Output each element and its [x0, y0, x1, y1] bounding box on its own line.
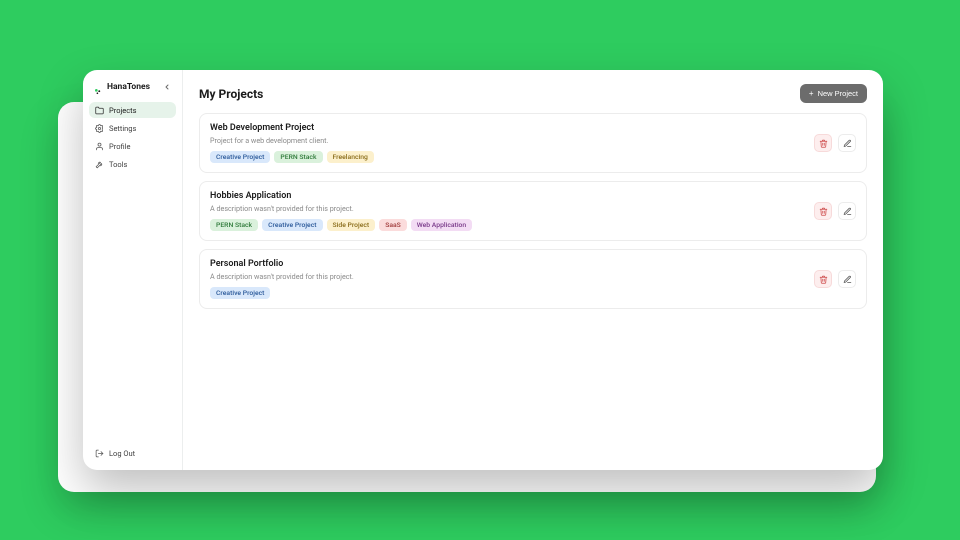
- tag: Creative Project: [210, 151, 270, 163]
- sidebar-item-tools[interactable]: Tools: [89, 156, 176, 172]
- plus-icon: +: [809, 90, 814, 98]
- trash-icon: [819, 139, 828, 148]
- sidebar-item-profile[interactable]: Profile: [89, 138, 176, 154]
- tag: Creative Project: [262, 219, 322, 231]
- brand: HanaTones: [89, 80, 176, 102]
- sidebar-item-settings[interactable]: Settings: [89, 120, 176, 136]
- tag: Side Project: [327, 219, 376, 231]
- new-project-button[interactable]: + New Project: [800, 84, 867, 103]
- sidebar-item-label: Profile: [109, 142, 130, 151]
- sidebar: HanaTones Projects Settings Profile Tools L…: [83, 70, 183, 470]
- sidebar-item-label: Projects: [109, 106, 137, 115]
- project-card: Hobbies Application A description wasn't …: [199, 181, 867, 241]
- brand-logo-icon: [93, 82, 103, 92]
- user-icon: [95, 142, 104, 151]
- trash-icon: [819, 207, 828, 216]
- pencil-icon: [843, 207, 852, 216]
- delete-project-button[interactable]: [814, 202, 832, 220]
- edit-project-button[interactable]: [838, 270, 856, 288]
- project-body: Personal Portfolio A description wasn't p…: [210, 259, 804, 299]
- pencil-icon: [843, 275, 852, 284]
- tag: PERN Stack: [210, 219, 258, 231]
- project-card: Personal Portfolio A description wasn't p…: [199, 249, 867, 309]
- tag: Freelancing: [327, 151, 374, 163]
- delete-project-button[interactable]: [814, 134, 832, 152]
- project-description: Project for a web development client.: [210, 136, 804, 145]
- project-title: Web Development Project: [210, 123, 804, 133]
- pencil-icon: [843, 139, 852, 148]
- logout-label: Log Out: [109, 449, 135, 458]
- project-actions: [814, 259, 856, 299]
- trash-icon: [819, 275, 828, 284]
- wrench-icon: [95, 160, 104, 169]
- sidebar-nav: Projects Settings Profile Tools: [89, 102, 176, 172]
- project-actions: [814, 123, 856, 163]
- collapse-sidebar-button[interactable]: [162, 82, 172, 92]
- logout-button[interactable]: Log Out: [89, 445, 176, 462]
- project-title: Personal Portfolio: [210, 259, 804, 269]
- project-tag-row: PERN Stack Creative Project Side ProjectSa…: [210, 219, 804, 231]
- tag: SaaS: [379, 219, 407, 231]
- edit-project-button[interactable]: [838, 134, 856, 152]
- project-tag-row: Creative Project PERN Stack Freelancing: [210, 151, 804, 163]
- sidebar-item-projects[interactable]: Projects: [89, 102, 176, 118]
- brand-name: HanaTones: [107, 82, 150, 92]
- app-window: HanaTones Projects Settings Profile Tools L…: [83, 70, 883, 470]
- sidebar-item-label: Tools: [109, 160, 127, 169]
- project-card: Web Development Project Project for a web…: [199, 113, 867, 173]
- chevron-left-icon: [163, 83, 171, 91]
- new-project-label: New Project: [818, 89, 858, 98]
- delete-project-button[interactable]: [814, 270, 832, 288]
- tag: Web Application: [411, 219, 472, 231]
- project-tag-row: Creative Project: [210, 287, 804, 299]
- sidebar-item-label: Settings: [109, 124, 136, 133]
- logout-icon: [95, 449, 104, 458]
- tag: PERN Stack: [274, 151, 322, 163]
- project-body: Web Development Project Project for a web…: [210, 123, 804, 163]
- edit-project-button[interactable]: [838, 202, 856, 220]
- project-body: Hobbies Application A description wasn't …: [210, 191, 804, 231]
- main-content: My Projects + New Project Web Developmen…: [183, 70, 883, 470]
- page-title: My Projects: [199, 87, 263, 101]
- project-title: Hobbies Application: [210, 191, 804, 201]
- folder-icon: [95, 106, 104, 115]
- main-header: My Projects + New Project: [199, 84, 867, 103]
- project-actions: [814, 191, 856, 231]
- project-list: Web Development Project Project for a web…: [199, 113, 867, 309]
- project-description: A description wasn't provided for this p…: [210, 272, 804, 281]
- project-description: A description wasn't provided for this p…: [210, 204, 804, 213]
- gear-icon: [95, 124, 104, 133]
- tag: Creative Project: [210, 287, 270, 299]
